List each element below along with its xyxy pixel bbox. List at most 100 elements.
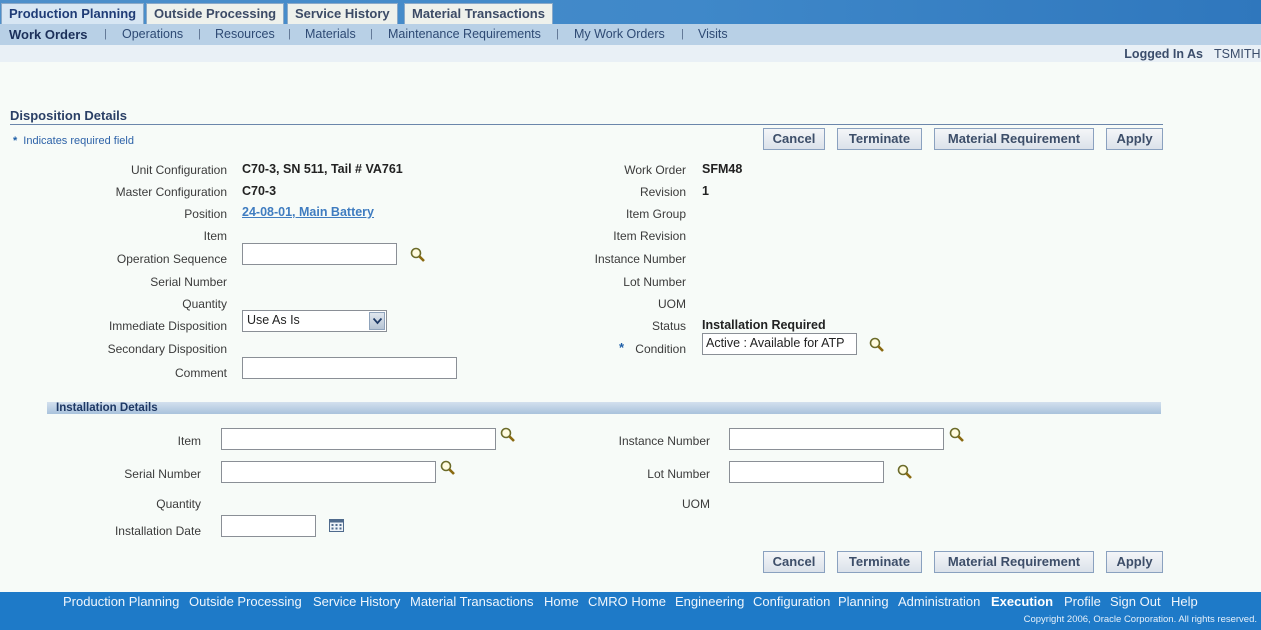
- subnav-my-work-orders[interactable]: My Work Orders: [574, 27, 665, 41]
- footer-link-configuration[interactable]: Configuration: [753, 594, 830, 609]
- logged-in-user: TSMITH: [1214, 47, 1261, 61]
- footer-link-cmro-home[interactable]: CMRO Home: [588, 594, 666, 609]
- search-icon[interactable]: [499, 426, 517, 444]
- secondary-disposition-label: Secondary Disposition: [107, 342, 227, 356]
- search-icon[interactable]: [439, 459, 457, 477]
- subnav-maintenance-requirements[interactable]: Maintenance Requirements: [388, 27, 541, 41]
- tab-material-transactions[interactable]: Material Transactions: [404, 3, 553, 24]
- installation-item-input[interactable]: [221, 428, 496, 450]
- immediate-disposition-select[interactable]: Use As Is: [242, 310, 387, 332]
- operation-sequence-label: Operation Sequence: [116, 252, 227, 266]
- top-tab-bar: Production Planning Outside Processing S…: [0, 0, 1261, 24]
- installation-instance-number-label: Instance Number: [618, 434, 710, 448]
- search-icon[interactable]: [896, 463, 914, 481]
- title-divider: [10, 124, 1163, 125]
- installation-serial-number-label: Serial Number: [124, 467, 201, 481]
- serial-number-label: Serial Number: [150, 275, 227, 289]
- installation-serial-number-input[interactable]: [221, 461, 436, 483]
- logged-in-label: Logged In As: [1124, 47, 1203, 61]
- subnav-operations[interactable]: Operations: [122, 27, 183, 41]
- subnav-separator: |: [288, 28, 291, 40]
- unit-configuration-value: C70-3, SN 511, Tail # VA761: [242, 162, 403, 176]
- installation-lot-number-input[interactable]: [729, 461, 884, 483]
- installation-details-title: Installation Details: [56, 402, 158, 414]
- position-link[interactable]: 24-08-01, Main Battery: [242, 205, 374, 219]
- footer-link-home[interactable]: Home: [544, 594, 579, 609]
- cancel-button[interactable]: Cancel: [763, 128, 825, 150]
- item-group-label: Item Group: [625, 207, 686, 221]
- material-requirement-button[interactable]: Material Requirement: [934, 128, 1094, 150]
- apply-button[interactable]: Apply: [1106, 551, 1163, 573]
- subnav-separator: |: [681, 28, 684, 40]
- subnav-separator: |: [104, 28, 107, 40]
- material-requirement-button[interactable]: Material Requirement: [934, 551, 1094, 573]
- footer-link-help[interactable]: Help: [1171, 594, 1198, 609]
- condition-label: Condition: [635, 342, 686, 356]
- master-configuration-value: C70-3: [242, 184, 277, 198]
- subnav-work-orders[interactable]: Work Orders: [9, 27, 88, 42]
- sub-navigation: Work Orders | Operations | Resources | M…: [0, 24, 1261, 45]
- copyright-text: Copyright 2006, Oracle Corporation. All …: [1023, 614, 1257, 625]
- installation-date-label: Installation Date: [114, 524, 201, 538]
- status-value: Installation Required: [702, 318, 826, 332]
- immediate-disposition-label: Immediate Disposition: [108, 319, 227, 333]
- installation-quantity-label: Quantity: [156, 497, 201, 511]
- installation-instance-number-input[interactable]: [729, 428, 944, 450]
- subnav-visits[interactable]: Visits: [698, 27, 728, 41]
- installation-details-header: Installation Details: [47, 402, 1161, 414]
- master-configuration-label: Master Configuration: [115, 185, 227, 199]
- installation-date-input[interactable]: [221, 515, 316, 537]
- footer-link-planning[interactable]: Planning: [838, 594, 889, 609]
- terminate-button[interactable]: Terminate: [837, 551, 922, 573]
- item-label: Item: [203, 229, 227, 243]
- subnav-separator: |: [198, 28, 201, 40]
- status-label: Status: [651, 319, 686, 333]
- installation-lot-number-label: Lot Number: [647, 467, 710, 481]
- tab-outside-processing[interactable]: Outside Processing: [146, 3, 285, 24]
- footer-link-administration[interactable]: Administration: [898, 594, 980, 609]
- subnav-resources[interactable]: Resources: [215, 27, 275, 41]
- search-icon[interactable]: [868, 336, 886, 354]
- apply-button[interactable]: Apply: [1106, 128, 1163, 150]
- footer-link-sign-out[interactable]: Sign Out: [1110, 594, 1161, 609]
- installation-item-label: Item: [177, 434, 201, 448]
- condition-required-star: *: [619, 340, 625, 355]
- installation-uom-label: UOM: [682, 497, 710, 511]
- footer-link-production-planning[interactable]: Production Planning: [63, 594, 179, 609]
- work-order-label: Work Order: [624, 163, 686, 177]
- quantity-label: Quantity: [182, 297, 227, 311]
- footer-bar: Production Planning Outside Processing S…: [0, 592, 1261, 630]
- subnav-materials[interactable]: Materials: [305, 27, 356, 41]
- footer-link-material-transactions[interactable]: Material Transactions: [410, 594, 534, 609]
- required-note-text: Indicates required field: [23, 135, 134, 147]
- search-icon[interactable]: [948, 426, 966, 444]
- page-title: Disposition Details: [10, 108, 128, 123]
- unit-configuration-label: Unit Configuration: [130, 163, 227, 177]
- footer-link-profile[interactable]: Profile: [1064, 594, 1101, 609]
- item-revision-label: Item Revision: [613, 229, 686, 243]
- chevron-down-icon[interactable]: [369, 312, 385, 330]
- revision-label: Revision: [639, 185, 686, 199]
- required-star: *: [13, 135, 18, 147]
- subnav-separator: |: [370, 28, 373, 40]
- uom-label: UOM: [658, 297, 686, 311]
- subnav-separator: |: [556, 28, 559, 40]
- footer-link-service-history[interactable]: Service History: [313, 594, 400, 609]
- cancel-button[interactable]: Cancel: [763, 551, 825, 573]
- search-icon[interactable]: [409, 246, 427, 264]
- condition-input[interactable]: Active : Available for ATP: [702, 333, 857, 355]
- footer-link-outside-processing[interactable]: Outside Processing: [189, 594, 302, 609]
- tab-service-history[interactable]: Service History: [287, 3, 398, 24]
- calendar-icon[interactable]: [328, 517, 346, 535]
- lot-number-label: Lot Number: [623, 275, 686, 289]
- operation-sequence-input[interactable]: [242, 243, 397, 265]
- footer-link-engineering[interactable]: Engineering: [675, 594, 744, 609]
- tab-production-planning[interactable]: Production Planning: [1, 3, 145, 24]
- logged-in-bar: Logged In As TSMITH: [0, 45, 1261, 62]
- position-label: Position: [184, 207, 227, 221]
- footer-link-execution[interactable]: Execution: [991, 594, 1053, 609]
- immediate-disposition-value: Use As Is: [247, 313, 300, 327]
- terminate-button[interactable]: Terminate: [837, 128, 922, 150]
- comment-input[interactable]: [242, 357, 457, 379]
- instance-number-label: Instance Number: [594, 252, 686, 266]
